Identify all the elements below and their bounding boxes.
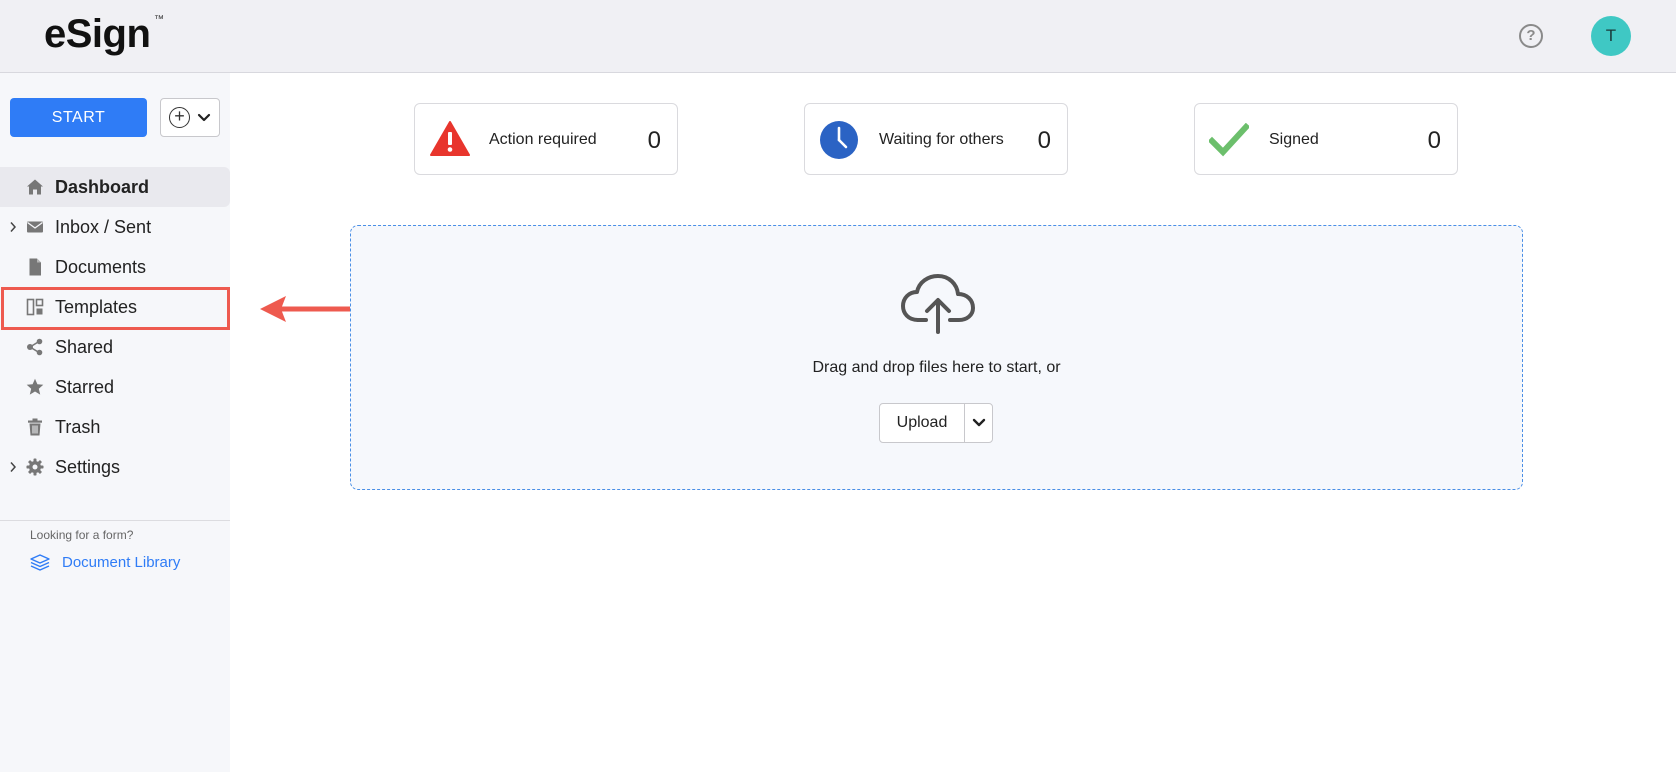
- chevron-right-icon[interactable]: [9, 461, 17, 473]
- clock-icon: [820, 121, 858, 159]
- document-icon: [29, 258, 41, 276]
- sidebar-item-starred[interactable]: Starred: [0, 367, 230, 407]
- user-avatar[interactable]: T: [1591, 16, 1631, 56]
- help-icon[interactable]: ?: [1519, 24, 1543, 48]
- trademark-symbol: ™: [154, 14, 164, 25]
- app-logo[interactable]: eSign: [44, 12, 151, 57]
- sidebar-item-label: Trash: [55, 417, 101, 437]
- upload-options-button[interactable]: [965, 404, 993, 442]
- envelope-icon: [27, 221, 43, 233]
- chevron-right-icon[interactable]: [9, 221, 17, 233]
- sidebar-divider: [0, 520, 230, 521]
- stat-count: 0: [1037, 127, 1051, 154]
- sidebar-item-label: Shared: [55, 337, 114, 357]
- templates-icon: [26, 298, 44, 316]
- sidebar-item-label: Starred: [55, 377, 115, 397]
- star-icon: [26, 378, 44, 395]
- sidebar-item-trash[interactable]: Trash: [0, 407, 230, 447]
- sidebar-item-inbox-sent[interactable]: Inbox / Sent: [0, 207, 230, 247]
- dropzone-text: Drag and drop files here to start, or: [812, 359, 1061, 376]
- trash-icon: [28, 418, 42, 436]
- share-icon: [27, 338, 43, 356]
- warning-icon: [430, 121, 470, 156]
- form-hint-text: Looking for a form?: [30, 528, 134, 542]
- file-dropzone[interactable]: Drag and drop files here to start, or Up…: [350, 225, 1523, 490]
- sidebar-item-label: Templates: [55, 297, 138, 317]
- stat-label: Waiting for others: [879, 131, 1004, 148]
- chevron-down-icon: [197, 113, 211, 122]
- add-new-dropdown-button[interactable]: +: [160, 98, 220, 137]
- sidebar-item-label: Settings: [55, 457, 121, 477]
- top-bar: eSign ™ ? T: [0, 0, 1676, 73]
- waiting-for-others-card[interactable]: Waiting for others 0: [804, 103, 1068, 175]
- start-button[interactable]: START: [10, 98, 147, 137]
- sidebar-nav: Dashboard Inbox / Sent Documents Templat…: [0, 167, 230, 487]
- upload-button-group: Upload: [879, 403, 993, 443]
- sidebar-item-label: Inbox / Sent: [55, 217, 152, 237]
- sidebar-item-shared[interactable]: Shared: [0, 327, 230, 367]
- stat-count: 0: [1427, 127, 1441, 154]
- add-circle-icon: +: [169, 107, 190, 128]
- sidebar-item-documents[interactable]: Documents: [0, 247, 230, 287]
- chevron-down-icon: [972, 418, 986, 427]
- sidebar-item-settings[interactable]: Settings: [0, 447, 230, 487]
- sidebar-item-dashboard[interactable]: Dashboard: [0, 167, 230, 207]
- checkmark-icon: [1209, 123, 1249, 157]
- sidebar-item-templates[interactable]: Templates: [0, 287, 230, 327]
- layers-icon: [30, 554, 50, 571]
- signed-card[interactable]: Signed 0: [1194, 103, 1458, 175]
- sidebar-item-label: Documents: [55, 257, 147, 277]
- sidebar-item-label: Dashboard: [55, 177, 150, 197]
- document-library-label: Document Library: [62, 554, 181, 571]
- home-icon: [27, 179, 43, 195]
- sidebar: START + Dashboard Inbox / Sent Documents…: [0, 73, 230, 772]
- upload-button[interactable]: Upload: [880, 404, 964, 442]
- action-required-card[interactable]: Action required 0: [414, 103, 678, 175]
- gear-icon: [26, 458, 44, 476]
- cloud-upload-icon: [901, 274, 975, 334]
- stat-label: Action required: [489, 131, 597, 148]
- stat-label: Signed: [1269, 131, 1319, 148]
- stat-count: 0: [647, 127, 661, 154]
